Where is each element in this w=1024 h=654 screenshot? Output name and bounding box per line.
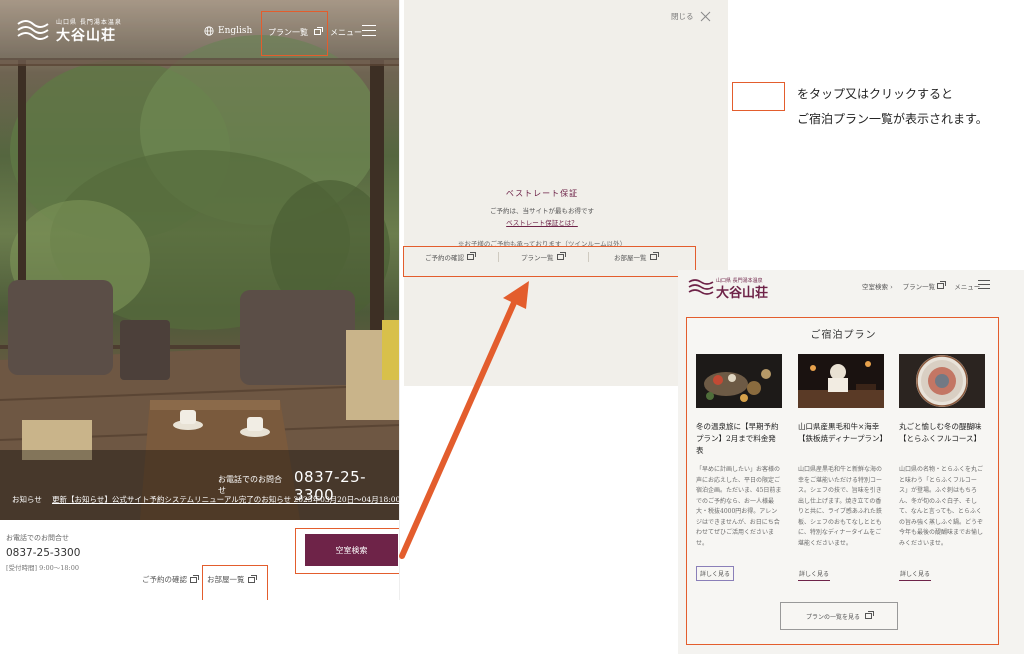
- nav-vacancy-search[interactable]: 空室検索 ›: [862, 281, 893, 291]
- external-window-icon: [190, 574, 199, 583]
- view-all-plans-label: プランの一覧を見る: [805, 613, 860, 621]
- external-window-icon: [937, 281, 947, 289]
- hero-image: [0, 0, 400, 520]
- brand-wave-logo-icon: [17, 20, 49, 40]
- plan-details-link[interactable]: 詳しく見る: [798, 567, 831, 581]
- highlight-vacancy-button: [295, 528, 400, 574]
- external-window-icon: [865, 611, 874, 619]
- plan-image-teppanyaki: [798, 354, 884, 408]
- contact-phone-number[interactable]: 0837-25-3300: [6, 547, 80, 559]
- plan-title: 山口県産黒毛和牛×海幸【鉄板焼ディナープラン】: [798, 422, 884, 443]
- plan-image-kaiseki: [696, 354, 782, 408]
- highlight-plan-link: [261, 11, 328, 56]
- plan-description: 山口県の名物・とらふくを丸ごと味わう「とらふくフルコース」が登場。ふぐ刺はもちろ…: [899, 466, 984, 547]
- contact-label: お電話でのお問合せ: [6, 534, 69, 542]
- news-label: お知らせ: [12, 495, 42, 504]
- contact-hours: [受付時間] 9:00～18:00: [6, 564, 79, 572]
- plan-card[interactable]: 山口県産黒毛和牛×海幸【鉄板焼ディナープラン】 山口県産黒毛和牛と新鮮な海の幸を…: [798, 354, 884, 581]
- nav-plan-list-label: プラン一覧: [902, 283, 936, 291]
- best-rate-desc: ご予約は、当サイトが最もお得です: [490, 207, 594, 215]
- brand-wave-logo-icon: [688, 279, 714, 295]
- close-icon: [700, 11, 710, 22]
- news-link[interactable]: 更新【お知らせ】公式サイト予約システムリニューアル完了のお知らせ 2023年03…: [52, 494, 400, 505]
- hamburger-icon[interactable]: [362, 25, 376, 37]
- explanation-line-2: ご宿泊プラン一覧が表示されます。: [797, 112, 988, 126]
- nav-plan-list[interactable]: プラン一覧: [902, 281, 947, 291]
- close-menu-button[interactable]: 閉じる: [671, 11, 711, 22]
- language-label: English: [218, 26, 253, 36]
- plan-card[interactable]: 丸ごと愉しむ冬の醍醐味【とらふくフルコース】 山口県の名物・とらふくを丸ごと味わ…: [899, 354, 985, 581]
- brand-name[interactable]: 大谷山荘: [716, 282, 768, 301]
- close-label: 閉じる: [671, 12, 694, 21]
- plan-details-link[interactable]: 詳しく見る: [696, 566, 735, 581]
- plan-page-nav: 空室検索 › プラン一覧 メニュー: [862, 281, 980, 291]
- reservation-check-label: ご予約の確認: [142, 575, 187, 584]
- reservation-check-link[interactable]: ご予約の確認: [142, 574, 199, 585]
- plan-description: 「早めに計画したい」お客様の声にお応えした、平日の限定ご宿泊企画。ただいま、45…: [696, 466, 782, 547]
- best-rate-link[interactable]: ベストレート保証とは？: [404, 217, 680, 227]
- globe-icon: [204, 26, 214, 36]
- legend-highlight-swatch: [732, 82, 785, 111]
- hamburger-icon[interactable]: [978, 280, 990, 290]
- hero-photo-terrace: [0, 0, 400, 520]
- highlight-menu-links: [403, 246, 696, 277]
- nav-menu[interactable]: メニュー: [954, 281, 980, 291]
- brand-name[interactable]: 大谷山荘: [56, 25, 116, 45]
- contact-block: お電話でのお問合せ 0837-25-3300 [受付時間] 9:00～18:00: [6, 533, 80, 572]
- menu-link[interactable]: メニュー: [330, 27, 362, 38]
- mobile-top-screen: 山口県 長門湯本温泉 大谷山荘 English プラン一覧 メニュー お電話での…: [0, 0, 400, 600]
- plan-title: 丸ごと愉しむ冬の醍醐味【とらふくフルコース】: [899, 422, 982, 443]
- plan-image-fugu-plate: [899, 354, 985, 408]
- plan-section-title: ご宿泊プラン: [810, 330, 877, 341]
- site-header: 山口県 長門湯本温泉 大谷山荘 English プラン一覧 メニュー: [0, 0, 400, 64]
- news-ticker: お知らせ 更新【お知らせ】公式サイト予約システムリニューアル完了のお知らせ 20…: [0, 492, 400, 506]
- language-switch[interactable]: English: [204, 26, 252, 36]
- best-rate-title: ベストレート保証: [505, 189, 579, 198]
- plan-details-link[interactable]: 詳しく見る: [899, 567, 932, 581]
- plan-description: 山口県産黒毛和牛と新鮮な海の幸をご堪能いただける特別コース。シェフの技で、旨味を…: [798, 466, 883, 547]
- plan-list-screen: 山口県 長門湯本温泉 大谷山荘 空室検索 › プラン一覧 メニュー ご宿泊プラン…: [678, 270, 1024, 654]
- plan-title: 冬の温泉旅に【早期予約プラン】2月まで料金発表: [696, 422, 779, 455]
- explanation-line-1: をタップ又はクリックすると: [797, 87, 954, 101]
- plan-section: ご宿泊プラン 冬の温泉旅に【早期予約プラン】2月まで料金発表 「早めに計画したい…: [686, 317, 999, 645]
- plan-card[interactable]: 冬の温泉旅に【早期予約プラン】2月まで料金発表 「早めに計画したい」お客様の声に…: [696, 354, 782, 581]
- highlight-room-link: [202, 565, 268, 600]
- view-all-plans-button[interactable]: プランの一覧を見る: [780, 602, 898, 630]
- scrollbar[interactable]: [399, 0, 400, 600]
